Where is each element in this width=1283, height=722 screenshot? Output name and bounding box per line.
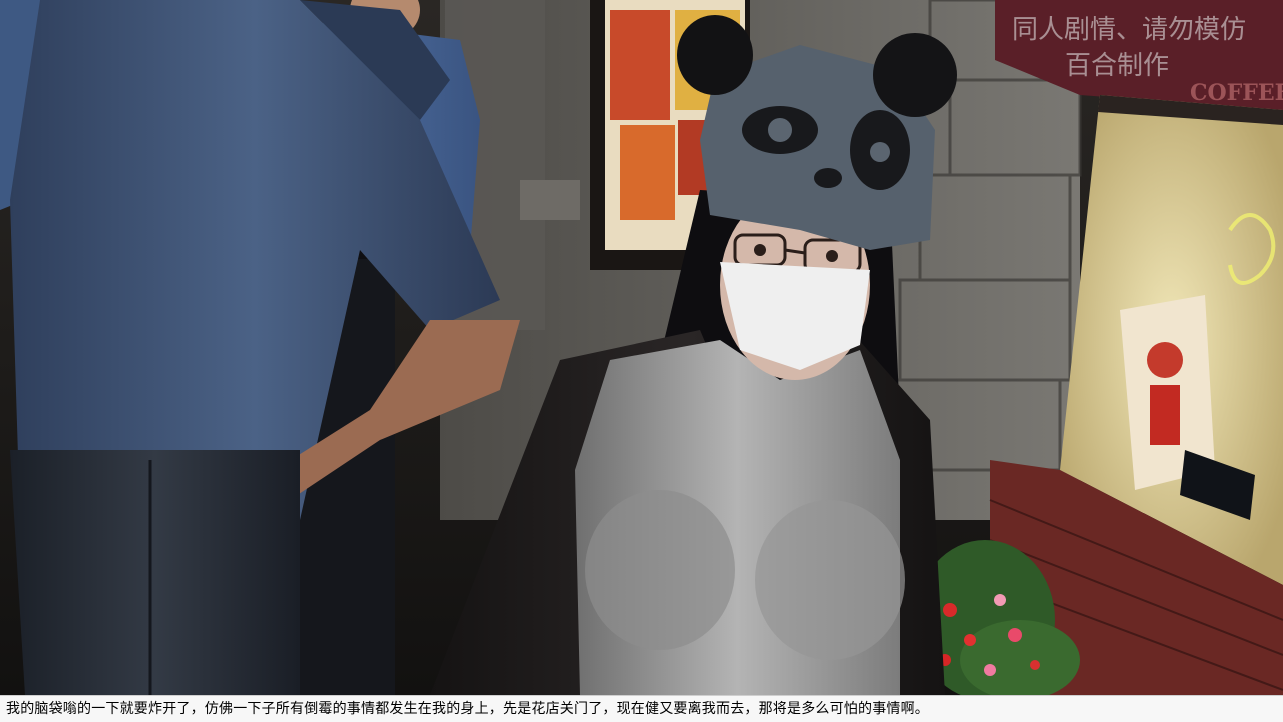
awning-sign-text: COFFEE bbox=[1190, 80, 1283, 106]
screenshot-frame: 同人剧情、请勿模仿 百合制作 COFFEE 我的脑袋嗡的一下就要炸开了，仿佛一下… bbox=[0, 0, 1283, 722]
watermark-line-2: 百合制作 bbox=[1065, 51, 1169, 81]
rendered-scene-image: 同人剧情、请勿模仿 百合制作 COFFEE bbox=[0, 0, 1283, 695]
watermark-line-1: 同人剧情、请勿模仿 bbox=[1012, 15, 1246, 45]
caption-bar: 我的脑袋嗡的一下就要炸开了，仿佛一下子所有倒霉的事情都发生在我的身上，先是花店关… bbox=[0, 695, 1283, 722]
caption-text: 我的脑袋嗡的一下就要炸开了，仿佛一下子所有倒霉的事情都发生在我的身上，先是花店关… bbox=[6, 701, 929, 717]
